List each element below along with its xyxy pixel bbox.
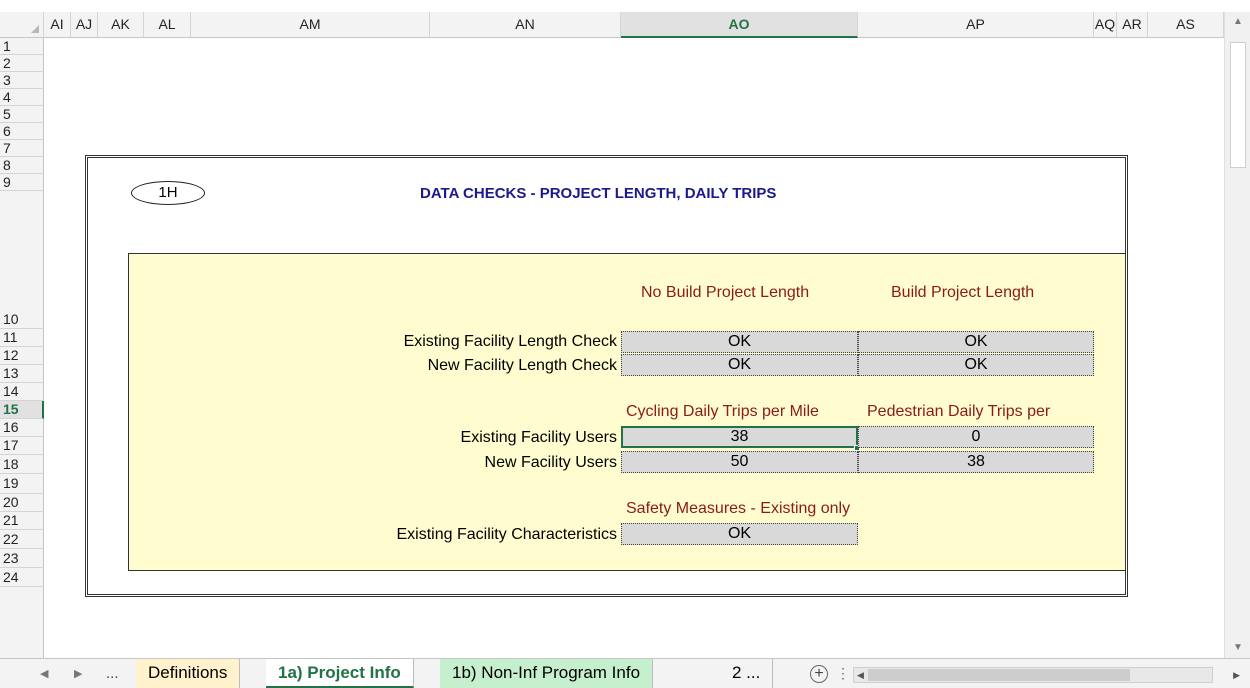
add-sheet-icon[interactable]: + [810,665,828,683]
existing-characteristics-label: Existing Facility Characteristics [396,526,618,543]
row-header-15[interactable]: 15 [0,401,44,419]
safety-measures-header: Safety Measures - Existing only [626,500,851,517]
horizontal-scrollbar[interactable]: ◀ ▶ [853,667,1240,683]
pedestrian-trips-header: Pedestrian Daily Trips per [867,403,1051,420]
row-header-13[interactable]: 13 [0,365,44,383]
column-header-ap[interactable]: AP [858,12,1094,38]
row-header-20[interactable]: 20 [0,494,44,512]
section-badge: 1H [131,181,205,205]
new-users-pedestrian-value[interactable]: 38 [858,451,1094,473]
column-header-bar: AI AJ AK AL AM AN AO AP AQ AR AS [0,0,1250,38]
scroll-left-arrow-icon[interactable]: ◀ [857,668,864,682]
column-header-ao[interactable]: AO [621,12,858,38]
row-header-6[interactable]: 6 [0,123,44,140]
existing-length-build-value[interactable]: OK [858,331,1094,353]
existing-users-pedestrian-value[interactable]: 0 [858,426,1094,448]
new-users-cycling-value[interactable]: 50 [621,451,858,473]
row-header-8[interactable]: 8 [0,157,44,174]
scroll-right-arrow-icon[interactable]: ▶ [1233,668,1240,682]
sheet-tab-bar: ◀ ▶ ... Definitions 1a) Project Info 1b)… [0,658,1250,688]
row-header-12[interactable]: 12 [0,347,44,365]
horizontal-scroll-thumb[interactable] [868,669,1130,681]
row-header-16[interactable]: 16 [0,419,44,437]
tab-more-sheets[interactable]: 2 ... [720,659,774,688]
page-title: DATA CHECKS - PROJECT LENGTH, DAILY TRIP… [420,185,777,202]
row-header-3[interactable]: 3 [0,72,44,89]
new-length-check-label: New Facility Length Check [427,357,617,374]
column-header-am[interactable]: AM [191,12,430,38]
cycling-trips-header: Cycling Daily Trips per Mile [626,403,819,420]
column-header-an[interactable]: AN [430,12,621,38]
row-header-10[interactable]: 10 [0,191,44,329]
tab-non-inf-program-info[interactable]: 1b) Non-Inf Program Info [440,659,654,688]
row-header-14[interactable]: 14 [0,383,44,401]
tab-split-handle-icon[interactable]: ⋮ [836,665,850,682]
new-length-build-value[interactable]: OK [858,354,1094,376]
prev-sheet-arrow-icon[interactable]: ◀ [40,667,48,680]
select-all-icon [31,25,39,33]
scroll-up-arrow-icon[interactable]: ▲ [1225,12,1250,32]
row-header-9[interactable]: 9 [0,174,44,191]
more-sheets-ellipsis[interactable]: ... [106,665,119,682]
column-header-al[interactable]: AL [144,12,191,38]
row-header-19[interactable]: 19 [0,474,44,494]
vertical-scroll-thumb[interactable] [1230,42,1246,168]
existing-length-check-label: Existing Facility Length Check [403,333,617,350]
no-build-length-header: No Build Project Length [641,284,810,301]
existing-users-label: Existing Facility Users [460,429,617,446]
column-header-aq[interactable]: AQ [1094,12,1117,38]
row-header-17[interactable]: 17 [0,437,44,455]
row-header-7[interactable]: 7 [0,140,44,157]
existing-users-cycling-value[interactable]: 38 [621,426,858,448]
tab-definitions[interactable]: Definitions [136,659,241,688]
tab-project-info[interactable]: 1a) Project Info [266,659,414,688]
row-header-18[interactable]: 18 [0,455,44,474]
row-header-1[interactable]: 1 [0,38,44,55]
row-header-4[interactable]: 4 [0,89,44,106]
select-all-corner[interactable] [0,12,44,38]
row-header-11[interactable]: 11 [0,329,44,347]
row-header-2[interactable]: 2 [0,55,44,72]
row-header-5[interactable]: 5 [0,106,44,123]
row-header-23[interactable]: 23 [0,549,44,568]
scroll-down-arrow-icon[interactable]: ▼ [1225,638,1250,658]
column-header-ak[interactable]: AK [98,12,144,38]
column-header-as[interactable]: AS [1148,12,1224,38]
row-header-bar: 1 2 3 4 5 6 7 8 9 10 11 12 13 14 15 16 1… [0,38,44,658]
build-length-header: Build Project Length [891,284,1035,301]
vertical-scrollbar[interactable]: ▲ ▼ [1224,12,1250,658]
row-header-24[interactable]: 24 [0,568,44,587]
column-header-ai[interactable]: AI [44,12,71,38]
new-length-nobuild-value[interactable]: OK [621,354,858,376]
column-header-ar[interactable]: AR [1117,12,1148,38]
existing-characteristics-value[interactable]: OK [621,523,858,545]
next-sheet-arrow-icon[interactable]: ▶ [74,667,82,680]
column-header-aj[interactable]: AJ [71,12,98,38]
row-header-22[interactable]: 22 [0,530,44,549]
existing-length-nobuild-value[interactable]: OK [621,331,858,353]
new-users-label: New Facility Users [484,454,617,471]
row-header-21[interactable]: 21 [0,512,44,530]
